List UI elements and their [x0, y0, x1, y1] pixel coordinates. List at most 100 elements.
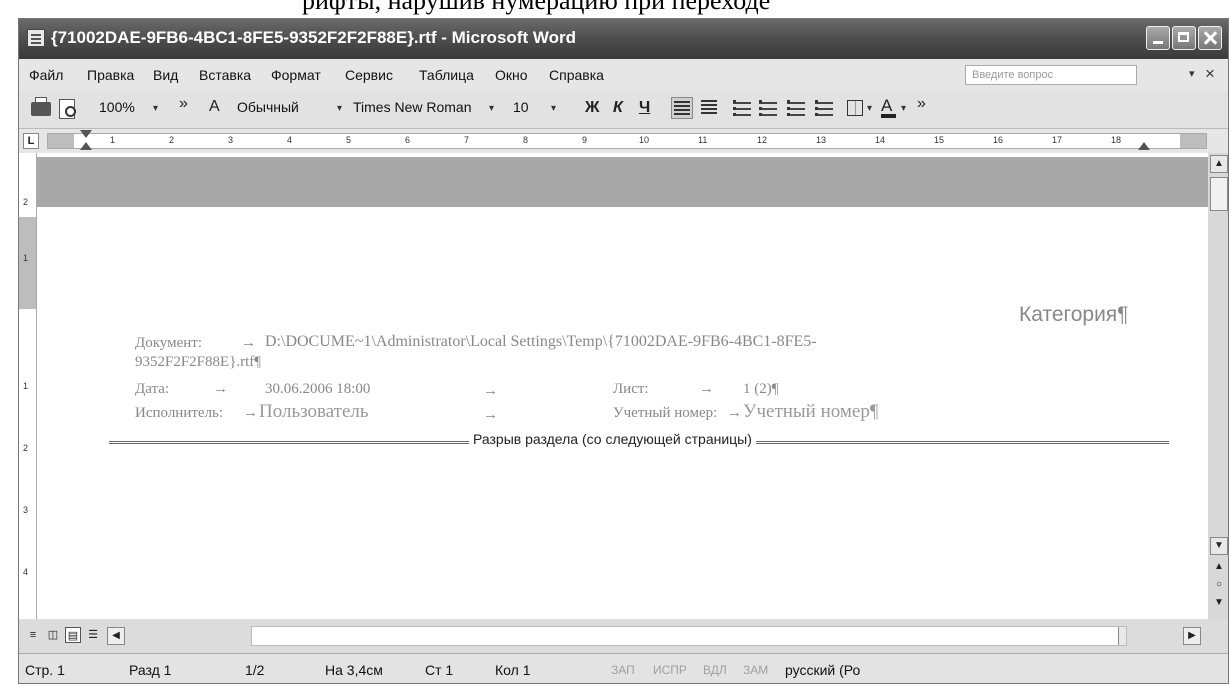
web-layout-view-button[interactable]: ◫ [45, 627, 61, 643]
executor-label: Исполнитель: [135, 405, 224, 421]
menu-file[interactable]: Файл [29, 67, 63, 83]
close-document-button[interactable]: × [1205, 64, 1215, 84]
next-page-button[interactable]: ▼ [1210, 595, 1228, 613]
menu-view[interactable]: Вид [153, 67, 178, 83]
tab-arrow: → [727, 405, 742, 421]
ruler-left-margin [48, 134, 74, 148]
minimize-button[interactable] [1146, 26, 1170, 50]
font-dropdown-icon[interactable]: ▾ [489, 103, 494, 114]
bold-button[interactable]: Ж [585, 99, 599, 117]
align-center-icon[interactable] [701, 100, 717, 114]
vertical-ruler-margin [19, 217, 36, 309]
normal-view-button[interactable]: ≡ [25, 627, 41, 643]
borders-icon[interactable] [847, 100, 863, 116]
first-line-indent-marker[interactable] [80, 130, 92, 138]
doc-label: Документ: [135, 335, 203, 351]
scroll-left-button[interactable]: ◀ [107, 627, 125, 645]
numbered-list-icon[interactable] [733, 100, 751, 116]
ruler-tick: 15 [934, 135, 945, 145]
underline-button[interactable]: Ч [639, 99, 650, 117]
ask-question-input[interactable]: Введите вопрос [965, 65, 1137, 85]
styles-pane-icon[interactable]: A [209, 98, 220, 116]
zoom-select[interactable]: 100% [99, 99, 135, 115]
hanging-indent-marker[interactable] [80, 142, 92, 150]
scroll-up-button[interactable]: ▲ [1210, 155, 1228, 173]
doc-path-line-2: 9352F2F2F88E}.rtf¶ [135, 354, 262, 370]
scroll-down-button[interactable]: ▼ [1210, 537, 1228, 555]
horizontal-scroll-track[interactable] [251, 626, 1127, 646]
font-size-dropdown-icon[interactable]: ▾ [551, 103, 556, 114]
close-button[interactable] [1198, 26, 1222, 50]
ask-question-dropdown-icon[interactable]: ▾ [1189, 67, 1195, 80]
scroll-right-button[interactable]: ▶ [1183, 627, 1201, 645]
menu-tools[interactable]: Сервис [345, 67, 393, 83]
date-value: 30.06.2006 18:00 [265, 381, 371, 397]
menu-edit[interactable]: Правка [87, 67, 134, 83]
ruler-tick: 16 [993, 135, 1004, 145]
tab-arrow: → [699, 381, 714, 397]
outline-view-button[interactable]: ☰ [85, 627, 101, 643]
align-left-icon [674, 101, 690, 115]
tab-arrow: → [243, 405, 258, 421]
borders-dropdown-icon[interactable]: ▾ [867, 103, 872, 114]
ruler-tick: 11 [698, 135, 708, 145]
horizontal-ruler[interactable]: 1 2 3 4 5 6 7 8 9 10 11 12 13 14 15 16 1… [47, 130, 1207, 150]
vertical-scrollbar[interactable]: ▲ ▼ ▲ ○ ▼ [1208, 153, 1228, 653]
status-pages: 1/2 [245, 662, 265, 678]
menu-help[interactable]: Справка [549, 67, 604, 83]
status-extend[interactable]: ВДЛ [703, 663, 727, 677]
status-page: Стр. 1 [25, 662, 65, 678]
scroll-thumb[interactable] [1210, 177, 1228, 211]
tab-selector[interactable]: L [23, 133, 39, 149]
status-track-changes[interactable]: ИСПР [653, 663, 687, 677]
tab-arrow: → [483, 407, 498, 423]
maximize-button[interactable] [1172, 26, 1196, 50]
font-color-icon[interactable]: A [881, 96, 897, 118]
select-browse-object-button[interactable]: ○ [1210, 577, 1228, 595]
zoom-dropdown-icon[interactable]: ▾ [153, 103, 158, 114]
menu-insert[interactable]: Вставка [199, 67, 251, 83]
print-layout-view-button[interactable]: ▤ [65, 627, 81, 643]
menu-window[interactable]: Окно [495, 67, 528, 83]
print-icon[interactable] [31, 97, 51, 116]
vruler-tick: 1 [23, 381, 29, 391]
vruler-tick: 2 [23, 443, 29, 453]
word-window: {71002DAE-9FB6-4BC1-8FE5-9352F2F2F88E}.r… [18, 18, 1229, 684]
style-dropdown-icon[interactable]: ▾ [337, 103, 342, 114]
sheet-value: 1 (2)¶ [743, 381, 779, 397]
status-line: Ст 1 [425, 662, 454, 678]
vertical-ruler[interactable]: 2 1 1 2 3 4 [19, 153, 37, 619]
window-title: {71002DAE-9FB6-4BC1-8FE5-9352F2F2F88E}.r… [51, 28, 576, 47]
style-select[interactable]: Обычный [237, 99, 299, 115]
caption-text: рифты, нарушив нумерацию при переходе [302, 0, 771, 15]
document-area[interactable]: Категория¶ Документ: → D:\DOCUME~1\Admin… [37, 153, 1208, 619]
category-field: Категория¶ [1019, 303, 1129, 326]
horizontal-scroll-row: ≡ ◫ ▤ ☰ ◀ ▶ [19, 619, 1228, 653]
title-bar[interactable]: {71002DAE-9FB6-4BC1-8FE5-9352F2F2F88E}.r… [19, 19, 1228, 59]
font-color-dropdown-icon[interactable]: ▾ [901, 103, 906, 114]
status-record[interactable]: ЗАП [611, 663, 635, 677]
toolbar-more-icon-2[interactable]: » [917, 95, 926, 113]
word-document-icon[interactable] [27, 29, 45, 47]
print-preview-icon[interactable] [59, 99, 76, 119]
toolbar-more-icon[interactable]: » [179, 95, 188, 113]
font-select[interactable]: Times New Roman [353, 99, 472, 115]
italic-button[interactable]: К [613, 99, 623, 117]
header-page-gap [37, 157, 1208, 207]
status-position: На 3,4см [325, 662, 383, 678]
ruler-tick: 9 [582, 135, 588, 145]
previous-page-button[interactable]: ▲ [1210, 559, 1228, 577]
right-indent-marker[interactable] [1138, 142, 1150, 150]
decrease-indent-icon[interactable] [787, 100, 805, 116]
menu-format[interactable]: Формат [271, 67, 321, 83]
status-overtype[interactable]: ЗАМ [743, 663, 768, 677]
account-value: Учетный номер¶ [743, 401, 879, 422]
increase-indent-icon[interactable] [815, 100, 833, 116]
bulleted-list-icon[interactable] [759, 100, 777, 116]
align-left-button[interactable] [671, 97, 693, 119]
status-section: Разд 1 [129, 662, 172, 678]
font-size-select[interactable]: 10 [513, 99, 529, 115]
menu-table[interactable]: Таблица [419, 67, 474, 83]
status-column: Кол 1 [495, 662, 531, 678]
horizontal-scroll-thumb[interactable] [252, 627, 1119, 645]
